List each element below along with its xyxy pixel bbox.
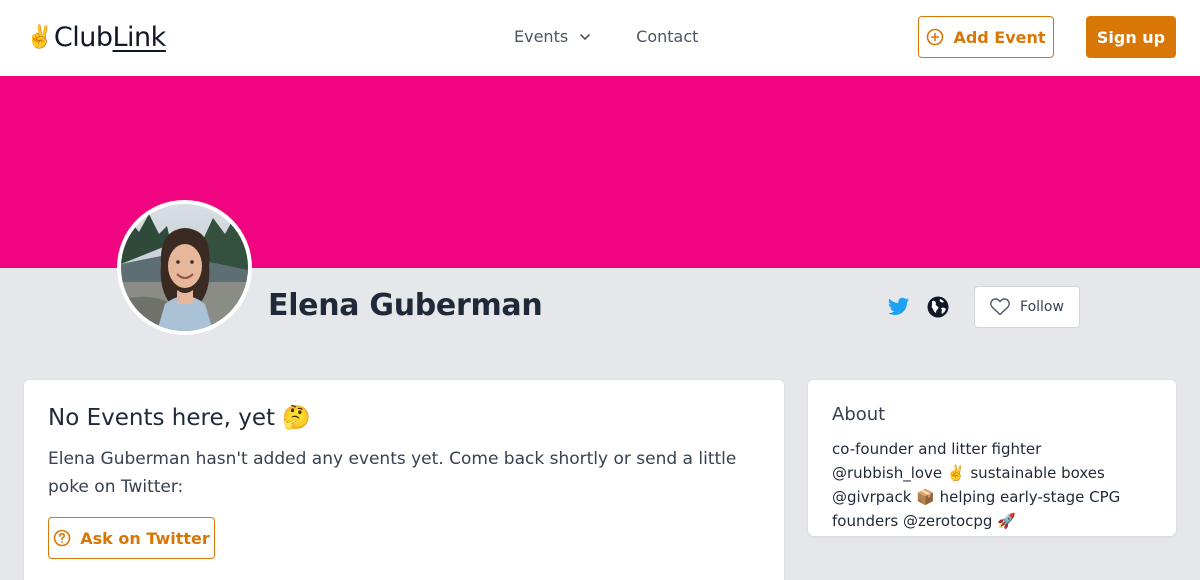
follow-button[interactable]: Follow bbox=[974, 286, 1080, 328]
plus-circle-icon bbox=[927, 28, 944, 46]
sign-up-button[interactable]: Sign up bbox=[1086, 16, 1176, 58]
sign-up-label: Sign up bbox=[1096, 27, 1166, 47]
twitter-icon bbox=[887, 297, 909, 315]
clublink-logo[interactable]: ✌️ Club Link bbox=[26, 22, 166, 53]
top-navbar: ✌️ Club Link Events Contact Add Event Sign… bbox=[0, 0, 1200, 76]
profile-name: Elena Guberman bbox=[268, 288, 543, 323]
heart-icon bbox=[990, 298, 1010, 316]
add-event-label: Add Event bbox=[953, 27, 1046, 47]
nav-events-dropdown[interactable]: Events bbox=[514, 27, 592, 46]
nav-events-label: Events bbox=[514, 27, 569, 46]
ask-on-twitter-label: Ask on Twitter bbox=[80, 528, 210, 548]
about-card-title: About bbox=[832, 404, 886, 425]
add-event-button[interactable]: Add Event bbox=[918, 16, 1054, 58]
main-nav: Events Contact bbox=[514, 27, 698, 46]
globe-icon bbox=[927, 296, 949, 318]
events-card-text: Elena Guberman hasn't added any events y… bbox=[48, 449, 737, 497]
avatar bbox=[117, 200, 252, 335]
about-card-text: co-founder and litter fighter @rubbish_l… bbox=[832, 440, 1121, 530]
events-card-title: No Events here, yet 🤔 bbox=[48, 405, 311, 431]
nav-contact-link[interactable]: Contact bbox=[636, 27, 698, 46]
chevron-down-icon bbox=[580, 33, 590, 40]
follow-label: Follow bbox=[1020, 299, 1064, 315]
ask-on-twitter-button[interactable]: Ask on Twitter bbox=[48, 517, 215, 559]
profile-photo bbox=[121, 204, 248, 331]
victory-hand-icon: ✌️ bbox=[26, 25, 53, 50]
nav-contact-label: Contact bbox=[636, 27, 699, 46]
logo-text-club: Club bbox=[53, 22, 113, 53]
events-card: No Events here, yet 🤔 Elena Guberman has… bbox=[24, 380, 784, 580]
question-circle-icon bbox=[53, 529, 71, 547]
logo-text-link: Link bbox=[112, 22, 167, 53]
about-card: About co-founder and litter fighter @rub… bbox=[808, 380, 1176, 536]
website-link[interactable] bbox=[926, 295, 950, 319]
twitter-link[interactable] bbox=[886, 295, 910, 319]
